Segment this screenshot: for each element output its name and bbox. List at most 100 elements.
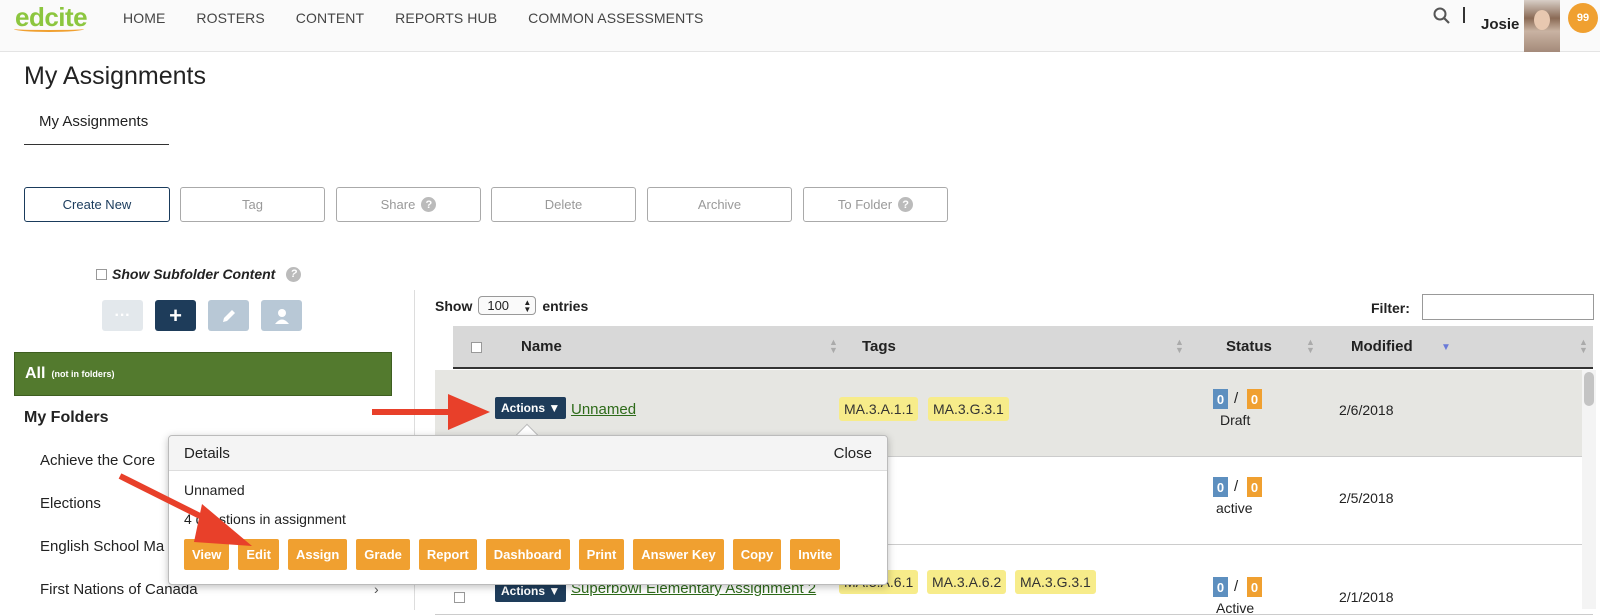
create-new-button[interactable]: Create New [24, 187, 170, 222]
row-checkbox[interactable] [454, 592, 465, 603]
submitted-count: 0 [1213, 577, 1228, 597]
copy-button[interactable]: Copy [732, 539, 782, 570]
dashboard-button[interactable]: Dashboard [485, 539, 570, 570]
status-slash: / [1234, 390, 1239, 407]
archive-button[interactable]: Archive [647, 187, 792, 222]
to-folder-label: To Folder [837, 197, 893, 212]
popup-actions: View Edit Assign Grade Report Dashboard … [184, 539, 841, 570]
help-icon[interactable]: ? [286, 266, 302, 282]
tag-badge[interactable]: MA.3.G.3.1 [1015, 570, 1096, 594]
tag-button[interactable]: Tag [180, 187, 325, 222]
stepper-icon: ▲ ▼ [523, 297, 532, 314]
tag-badge[interactable]: MA.3.A.1.1 [839, 397, 919, 421]
share-button[interactable]: Share? [336, 187, 481, 222]
show-subfolder-toggle[interactable]: Show Subfolder Content ? [96, 266, 302, 282]
total-count: 0 [1247, 389, 1262, 409]
my-folders-heading: My Folders [24, 409, 109, 426]
edit-folder-button[interactable] [208, 300, 249, 331]
folder-item[interactable]: Elections [40, 495, 101, 512]
pencil-icon [222, 309, 235, 322]
folder-all[interactable]: All (not in folders) [14, 352, 392, 396]
column-tags[interactable]: Tags [862, 338, 896, 355]
total-count: 0 [1247, 477, 1262, 497]
create-new-label: Create New [62, 197, 132, 212]
show-subfolder-checkbox[interactable] [96, 268, 107, 280]
top-navbar: edcite HOME ROSTERS CONTENT REPORTS HUB … [0, 0, 1600, 52]
status-label: active [1216, 500, 1253, 516]
share-label: Share [380, 197, 416, 212]
show-subfolder-label: Show Subfolder Content [112, 266, 276, 282]
show-label: Show [435, 297, 473, 314]
search-icon[interactable] [1432, 6, 1452, 26]
annotation-arrow-icon [372, 394, 490, 430]
sort-desc-icon[interactable]: ▼ [1441, 342, 1451, 353]
avatar[interactable] [1524, 0, 1560, 52]
actions-button[interactable]: Actions ▼ [495, 397, 567, 419]
logo-swoosh [14, 26, 84, 32]
entries-control: Show 100 ▲ ▼ entries [435, 296, 588, 315]
filter-label: Filter: [1371, 300, 1410, 316]
status-slash: / [1234, 478, 1239, 495]
tag-badge[interactable]: MA.3.G.3.1 [928, 397, 1009, 421]
invite-button[interactable]: Invite [790, 539, 841, 570]
sort-icon[interactable]: ▲ ▼ [1306, 338, 1315, 355]
assignment-link[interactable]: Unnamed [571, 401, 636, 418]
close-button[interactable]: Close [834, 445, 872, 462]
more-options-button[interactable]: ··· [102, 300, 143, 331]
sort-icon[interactable]: ▲ ▼ [1579, 338, 1588, 355]
delete-button[interactable]: Delete [491, 187, 636, 222]
page-title: My Assignments [24, 62, 207, 90]
entries-value: 100 [487, 298, 510, 313]
nav-divider [1463, 7, 1465, 23]
print-button[interactable]: Print [578, 539, 625, 570]
tag-label: Tag [242, 197, 263, 212]
help-icon[interactable]: ? [898, 197, 914, 212]
tag-badge[interactable]: MA.3.A.6.2 [927, 570, 1007, 594]
folder-tools: ··· + [102, 300, 302, 331]
scroll-thumb[interactable] [1584, 372, 1594, 406]
submitted-count: 0 [1213, 477, 1228, 497]
annotation-arrow-icon [118, 473, 252, 546]
filter-input[interactable] [1422, 294, 1594, 320]
nav-rosters[interactable]: ROSTERS [196, 10, 264, 26]
popup-header: Details Close [169, 436, 887, 471]
to-folder-button[interactable]: To Folder? [803, 187, 948, 222]
report-button[interactable]: Report [418, 539, 477, 570]
sort-icon[interactable]: ▲ ▼ [829, 338, 838, 355]
user-icon [274, 308, 289, 324]
modified-date: 2/1/2018 [1339, 589, 1394, 605]
entries-select[interactable]: 100 ▲ ▼ [478, 296, 537, 315]
grade-button[interactable]: Grade [356, 539, 410, 570]
tab-my-assignments[interactable]: My Assignments [24, 110, 169, 145]
folder-item[interactable]: Achieve the Core [40, 452, 155, 469]
status-slash: / [1234, 578, 1239, 595]
main-nav: HOME ROSTERS CONTENT REPORTS HUB COMMON … [123, 10, 734, 26]
folder-all-label: All [25, 365, 46, 382]
assign-button[interactable]: Assign [287, 539, 348, 570]
column-modified[interactable]: Modified [1351, 338, 1413, 355]
table-scrollbar[interactable] [1582, 370, 1596, 609]
submitted-count: 0 [1213, 389, 1228, 409]
share-folder-button[interactable] [261, 300, 302, 331]
status-label: Active [1216, 600, 1255, 616]
details-popup: Details Close Unnamed 4 questions in ass… [168, 435, 888, 585]
nav-common-assessments[interactable]: COMMON ASSESSMENTS [528, 10, 703, 26]
help-icon[interactable]: ? [421, 197, 437, 212]
user-name[interactable]: Josie [1481, 16, 1519, 33]
nav-reports-hub[interactable]: REPORTS HUB [395, 10, 497, 26]
folder-all-note: (not in folders) [51, 369, 115, 379]
modified-date: 2/5/2018 [1339, 490, 1394, 506]
add-folder-button[interactable]: + [155, 300, 196, 331]
column-status[interactable]: Status [1226, 338, 1272, 355]
delete-label: Delete [544, 197, 583, 212]
sort-icon[interactable]: ▲ ▼ [1175, 338, 1184, 355]
nav-home[interactable]: HOME [123, 10, 165, 26]
answer-key-button[interactable]: Answer Key [633, 539, 724, 570]
column-name[interactable]: Name [521, 338, 562, 355]
modified-date: 2/6/2018 [1339, 402, 1394, 418]
points-badge[interactable]: 99 [1568, 3, 1598, 33]
popup-title: Details [184, 445, 230, 462]
status-label: Draft [1220, 412, 1251, 428]
nav-content[interactable]: CONTENT [296, 10, 364, 26]
select-all-checkbox[interactable] [471, 342, 482, 353]
